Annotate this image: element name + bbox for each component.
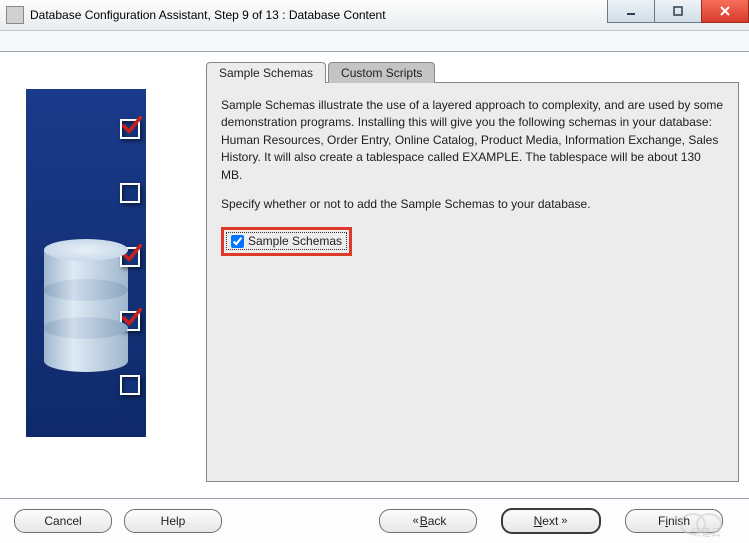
- minimize-icon: [625, 5, 637, 17]
- back-arrow-icon: «: [413, 515, 417, 527]
- maximize-icon: [672, 5, 684, 17]
- back-button[interactable]: « Back: [379, 509, 477, 533]
- wizard-sidebar: [10, 54, 188, 493]
- footer-bar: Cancel Help « Back Next » Finish: [0, 498, 749, 543]
- minimize-button[interactable]: [607, 0, 655, 23]
- maximize-button[interactable]: [654, 0, 702, 23]
- description-paragraph-2: Specify whether or not to add the Sample…: [221, 196, 724, 213]
- tab-custom-scripts[interactable]: Custom Scripts: [328, 62, 435, 83]
- app-icon: [6, 6, 24, 24]
- titlebar[interactable]: Database Configuration Assistant, Step 9…: [0, 0, 749, 31]
- app-window: Database Configuration Assistant, Step 9…: [0, 0, 749, 543]
- help-button[interactable]: Help: [124, 509, 222, 533]
- database-cylinder-icon: [44, 239, 128, 379]
- sidebar-step-1: [120, 119, 140, 139]
- highlight-box: Sample Schemas: [221, 227, 352, 256]
- main-panel: Sample Schemas Custom Scripts Sample Sch…: [188, 54, 739, 493]
- sidebar-step-5: [120, 375, 140, 395]
- window-controls: [608, 0, 749, 22]
- sidebar-step-2: [120, 183, 140, 203]
- back-label: Back: [420, 514, 447, 528]
- cancel-button[interactable]: Cancel: [14, 509, 112, 533]
- next-button[interactable]: Next »: [501, 508, 601, 534]
- tab-bar: Sample Schemas Custom Scripts: [206, 59, 739, 83]
- sidebar-step-box: [120, 375, 140, 395]
- sidebar-step-box: [120, 183, 140, 203]
- sample-schemas-option[interactable]: Sample Schemas: [226, 232, 347, 250]
- sidebar-steps: [120, 119, 140, 395]
- window-title: Database Configuration Assistant, Step 9…: [30, 8, 386, 22]
- tab-panel: Sample Schemas illustrate the use of a l…: [206, 82, 739, 482]
- tab-sample-schemas[interactable]: Sample Schemas: [206, 62, 326, 83]
- close-icon: [719, 5, 731, 17]
- watermark: 亿速云: [679, 510, 741, 541]
- next-arrow-icon: »: [561, 515, 565, 527]
- next-label: Next: [534, 514, 559, 528]
- description-text: Sample Schemas illustrate the use of a l…: [221, 97, 724, 213]
- sample-schemas-checkbox[interactable]: [231, 235, 244, 248]
- sidebar-graphic: [26, 89, 146, 437]
- svg-text:亿速云: 亿速云: [691, 526, 721, 538]
- sample-schemas-label[interactable]: Sample Schemas: [248, 234, 342, 248]
- sidebar-step-box: [120, 119, 140, 139]
- title-divider: [0, 31, 749, 52]
- content-area: Sample Schemas Custom Scripts Sample Sch…: [0, 50, 749, 493]
- close-button[interactable]: [701, 0, 749, 23]
- description-paragraph-1: Sample Schemas illustrate the use of a l…: [221, 97, 724, 184]
